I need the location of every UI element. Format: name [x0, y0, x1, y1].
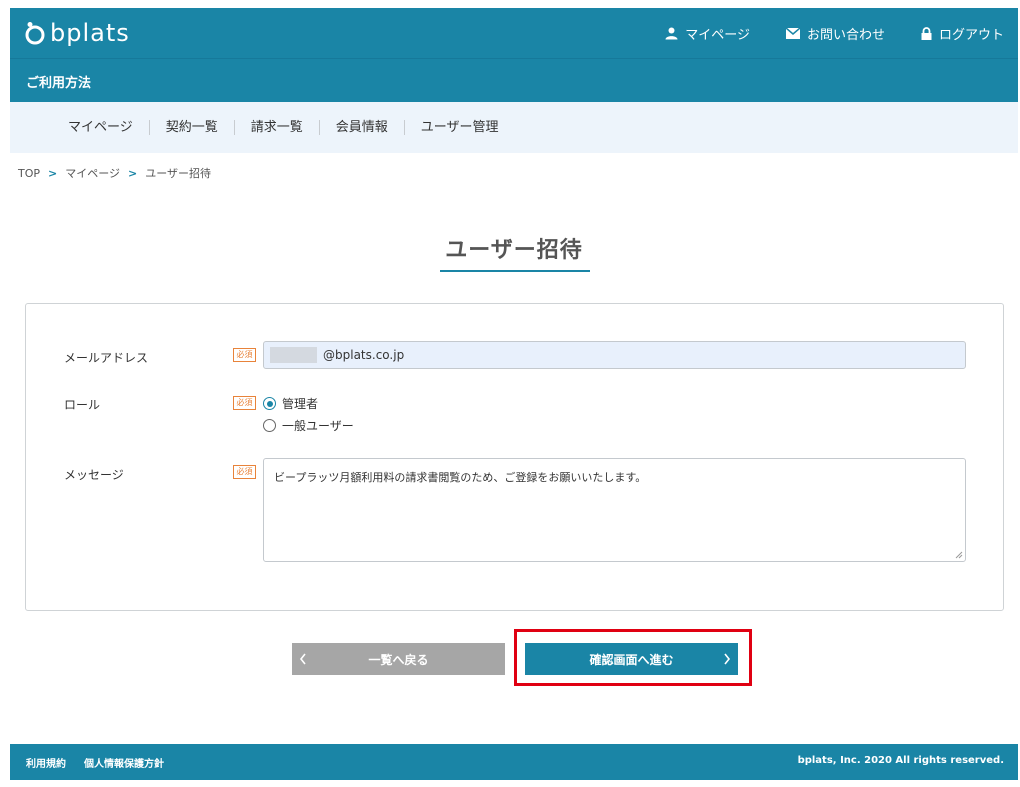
masked-text [270, 347, 317, 363]
role-radio-general-user[interactable]: 一般ユーザー [263, 417, 354, 434]
role-radio-admin[interactable]: 管理者 [263, 395, 318, 412]
resize-grip-icon[interactable] [954, 550, 963, 559]
back-to-list-button[interactable]: 一覧へ戻る [292, 643, 505, 675]
role-option-label: 管理者 [282, 397, 319, 411]
radio-unchecked-icon[interactable] [263, 419, 276, 432]
logo-text: bplats [50, 19, 130, 47]
back-button-label: 一覧へ戻る [368, 652, 429, 667]
logo-mark-icon [25, 22, 45, 45]
message-label: メッセージ [64, 468, 124, 482]
page-title: ユーザー招待 [445, 238, 583, 263]
breadcrumb-separator: > [48, 166, 58, 180]
header-link-logout[interactable]: ログアウト [921, 24, 1004, 43]
footer-links: 利用規約 個人情報保護方針 [26, 755, 164, 770]
mail-icon [785, 27, 800, 39]
title-underline [440, 270, 590, 272]
copyright: bplats, Inc. 2020 All rights reserved. [797, 755, 1004, 766]
role-label: ロール [64, 398, 101, 412]
footer-link-privacy[interactable]: 個人情報保護方針 [84, 755, 164, 770]
radio-checked-icon[interactable] [263, 397, 276, 410]
chevron-right-icon [724, 653, 731, 665]
breadcrumb-current: ユーザー招待 [145, 167, 212, 180]
breadcrumb-top[interactable]: TOP [18, 167, 40, 180]
header-link-contact[interactable]: お問い合わせ [785, 24, 885, 43]
header-link-mypage[interactable]: マイページ [665, 24, 750, 43]
header-link-label: ログアウト [938, 27, 1004, 43]
header-link-label: マイページ [685, 27, 750, 43]
required-badge: 必須 [233, 465, 256, 479]
required-badge: 必須 [233, 348, 256, 362]
invite-form: メールアドレス 必須 @bplats.co.jp ロール 必須 管理者 一般ユー… [25, 303, 1004, 611]
menu-item-user-management[interactable]: ユーザー管理 [403, 120, 515, 135]
bplats-logo[interactable]: bplats [24, 18, 130, 48]
email-value: @bplats.co.jp [323, 348, 405, 362]
menu-list: マイページ 契約一覧 請求一覧 会員情報 ユーザー管理 [52, 102, 515, 153]
proceed-to-confirm-button[interactable]: 確認画面へ進む [525, 643, 738, 675]
role-option-label: 一般ユーザー [282, 419, 354, 433]
menu-item-invoices[interactable]: 請求一覧 [233, 120, 319, 135]
breadcrumb-mypage[interactable]: マイページ [65, 165, 120, 181]
user-icon [665, 27, 678, 39]
next-button-label: 確認画面へ進む [589, 652, 674, 667]
footer: 利用規約 個人情報保護方針 bplats, Inc. 2020 All righ… [10, 744, 1018, 780]
browser-page: bplats マイページ お問い合わせ ログアウト ご利用方法 マイページ 契約… [10, 8, 1018, 780]
required-badge: 必須 [233, 396, 256, 410]
usage-guide-link[interactable]: ご利用方法 [26, 72, 91, 91]
lock-icon [921, 26, 932, 40]
message-value: ビープラッツ月額利用料の請求書閲覧のため、ご登録をお願いいたします。 [274, 471, 647, 484]
header-link-label: お問い合わせ [806, 27, 885, 43]
menu-item-member-info[interactable]: 会員情報 [318, 120, 404, 135]
sub-header: ご利用方法 [10, 58, 1018, 102]
breadcrumb: TOP > マイページ > ユーザー招待 [18, 165, 211, 181]
email-field[interactable]: @bplats.co.jp [263, 341, 966, 369]
menu-item-contracts[interactable]: 契約一覧 [148, 120, 234, 135]
header-links: マイページ お問い合わせ ログアウト [665, 8, 1004, 58]
main-menu: マイページ 契約一覧 請求一覧 会員情報 ユーザー管理 [10, 102, 1018, 153]
top-header: bplats マイページ お問い合わせ ログアウト [10, 8, 1018, 58]
email-label: メールアドレス [64, 351, 149, 365]
chevron-left-icon [299, 653, 306, 665]
menu-item-mypage[interactable]: マイページ [52, 120, 149, 135]
footer-link-terms[interactable]: 利用規約 [26, 755, 66, 770]
message-textarea[interactable]: ビープラッツ月額利用料の請求書閲覧のため、ご登録をお願いいたします。 [263, 458, 966, 562]
breadcrumb-separator: > [128, 166, 138, 180]
